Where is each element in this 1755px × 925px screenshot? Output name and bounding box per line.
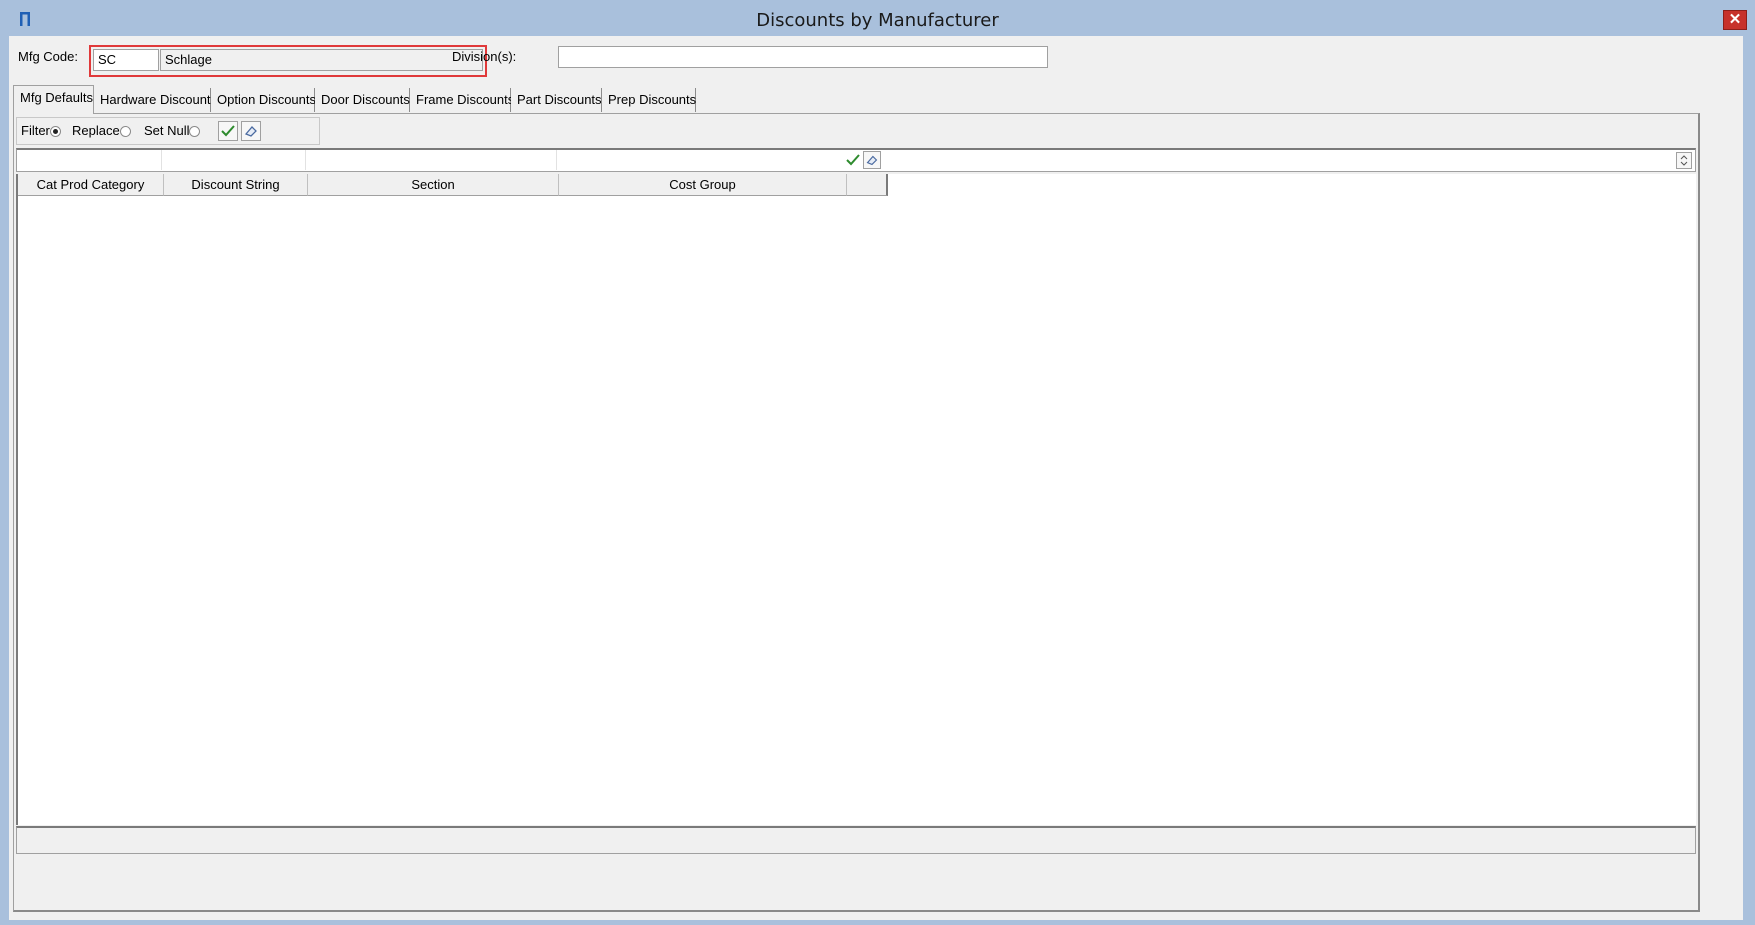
window-title: Discounts by Manufacturer (756, 10, 999, 31)
title-bar[interactable]: Discounts by Manufacturer ✕ (0, 0, 1755, 38)
filter-apply-button[interactable] (844, 151, 862, 169)
replace-radio[interactable] (120, 126, 131, 137)
column-header-section[interactable]: Section (308, 174, 559, 196)
tab-prep-discounts[interactable]: Prep Discounts (602, 88, 696, 112)
mode-toolbar: Filter Replace Set Null (16, 117, 320, 145)
close-icon: ✕ (1728, 11, 1742, 28)
divisions-label: Division(s): (452, 49, 517, 64)
filter-divider (556, 150, 557, 170)
mfg-name-field[interactable]: Schlage (160, 49, 483, 71)
column-header-cost-group[interactable]: Cost Group (559, 174, 847, 196)
column-header-cat-prod-category[interactable]: Cat Prod Category (18, 174, 164, 196)
filter-divider (161, 150, 162, 170)
tab-part-discounts[interactable]: Part Discounts (511, 88, 602, 112)
spinner-arrows-icon (1680, 155, 1688, 166)
scroll-spinner[interactable] (1676, 152, 1692, 169)
tab-strip: Mfg Defaults Hardware Discounts Option D… (9, 84, 1750, 114)
close-button[interactable]: ✕ (1723, 10, 1747, 30)
tab-door-discounts[interactable]: Door Discounts (315, 88, 410, 112)
eraser-icon (866, 155, 878, 166)
tab-page-mfg-defaults: Filter Replace Set Null Cat Prod Categor… (13, 113, 1700, 912)
tab-label: Prep Discounts (608, 92, 697, 107)
divisions-field[interactable] (558, 46, 1048, 68)
setnull-radio[interactable] (189, 126, 200, 137)
check-icon (221, 125, 235, 137)
app-window: Discounts by Manufacturer ✕ Mfg Code: SC… (0, 0, 1755, 925)
filter-clear-button[interactable] (863, 151, 881, 169)
tab-label: Door Discounts (321, 92, 410, 107)
apply-button[interactable] (218, 121, 238, 141)
column-header-discount-string[interactable]: Discount String (164, 174, 308, 196)
filter-radio[interactable] (50, 126, 61, 137)
setnull-label: Set Null (144, 123, 190, 138)
window-right-border (1743, 36, 1755, 925)
tab-mfg-defaults[interactable]: Mfg Defaults (13, 85, 94, 114)
mfg-code-label: Mfg Code: (18, 49, 78, 64)
client-area: Mfg Code: SC Schlage Division(s): Mfg De… (9, 36, 1750, 920)
replace-label: Replace (72, 123, 120, 138)
tab-label: Mfg Defaults (20, 90, 93, 105)
eraser-icon (244, 126, 257, 137)
check-icon (846, 154, 860, 166)
filter-label: Filter (21, 123, 50, 138)
filter-input-row[interactable] (16, 148, 1696, 172)
tab-label: Hardware Discounts (100, 92, 218, 107)
mfg-code-field[interactable]: SC (93, 49, 159, 71)
tab-frame-discounts[interactable]: Frame Discounts (410, 88, 515, 112)
filter-divider (305, 150, 306, 170)
status-bar (16, 826, 1696, 854)
column-header-extra[interactable] (847, 174, 888, 196)
clear-button[interactable] (241, 121, 261, 141)
tab-label: Option Discounts (217, 92, 316, 107)
tab-hardware-discounts[interactable]: Hardware Discounts (94, 88, 217, 112)
discount-grid[interactable]: Cat Prod Category Discount String Sectio… (16, 174, 1696, 825)
tab-label: Frame Discounts (416, 92, 515, 107)
tab-label: Part Discounts (517, 92, 602, 107)
tab-option-discounts[interactable]: Option Discounts (211, 88, 316, 112)
